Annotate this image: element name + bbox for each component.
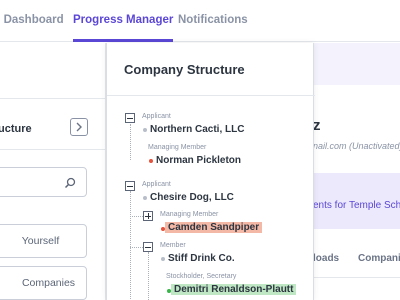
expand-toggle[interactable] — [143, 211, 153, 221]
tree-node-norman-pickleton[interactable]: Norman Pickleton — [156, 155, 241, 166]
collapse-sidebar-button[interactable] — [70, 118, 88, 136]
top-navigation: s Dashboard Progress Manager Notificatio… — [0, 0, 400, 42]
search-icon — [64, 177, 76, 189]
tree-connector — [130, 247, 143, 248]
tree-node-demitri-renaldson-plautt[interactable]: Demitri Renaldson-Plautt — [171, 284, 297, 295]
tree-node-northern-cacti[interactable]: Northern Cacti, LLC — [150, 124, 244, 135]
collapse-toggle[interactable] — [125, 113, 135, 123]
status-dot — [149, 159, 153, 163]
tab-dashboard[interactable]: s Dashboard — [0, 14, 64, 26]
sidebar-title: ucture — [0, 123, 32, 135]
tree-connector — [130, 124, 131, 160]
node-role: Member — [160, 242, 186, 249]
sidebar-divider — [0, 98, 106, 99]
panel-title: Company Structure — [124, 62, 245, 77]
tree-node-camden-sandpiper[interactable]: Camden Sandpiper — [165, 222, 263, 233]
tree-node-stiff-drink[interactable]: Stiff Drink Co. — [168, 253, 235, 264]
node-role: Stockholder, Secretary — [166, 273, 237, 280]
sidebar-divider — [0, 149, 106, 150]
node-role: Applicant — [142, 181, 171, 188]
node-role: Managing Member — [148, 144, 207, 151]
background-header — [313, 43, 400, 85]
tree-connector — [130, 191, 131, 300]
sidebar: ucture Yourself Companies — [0, 43, 106, 300]
highlighted-name: Camden Sandpiper — [165, 222, 263, 233]
status-dot — [143, 128, 147, 132]
tree-connector — [130, 216, 143, 217]
tab-notifications[interactable]: Notifications — [178, 14, 248, 26]
tree-connector — [148, 252, 149, 300]
status-dot — [161, 257, 165, 261]
yourself-button[interactable]: Yourself — [0, 224, 87, 258]
tab-progress-manager[interactable]: Progress Manager — [73, 14, 174, 42]
background-email: nail.com (Unactivated) — [313, 141, 400, 151]
node-role: Managing Member — [160, 211, 219, 218]
collapse-toggle[interactable] — [143, 242, 153, 252]
company-structure-panel: Company Structure Applicant Northern Cac… — [106, 43, 315, 300]
collapse-toggle[interactable] — [125, 181, 135, 191]
panel-divider — [107, 95, 315, 96]
tab-uploads[interactable]: loads — [313, 253, 339, 264]
highlighted-name: Demitri Renaldson-Plautt — [171, 284, 297, 295]
background-title: z — [313, 117, 321, 134]
tree-node-chesire-dog[interactable]: Chesire Dog, LLC — [150, 192, 234, 203]
companies-button[interactable]: Companies — [0, 266, 87, 300]
background-banner-text[interactable]: ents for Temple Sch — [313, 200, 400, 211]
node-role: Applicant — [142, 113, 171, 120]
status-dot — [143, 196, 147, 200]
background-divider — [313, 277, 400, 278]
sidebar-search-input[interactable] — [0, 167, 87, 197]
tab-companies[interactable]: Compani — [358, 253, 400, 264]
chevron-right-icon — [76, 122, 82, 132]
